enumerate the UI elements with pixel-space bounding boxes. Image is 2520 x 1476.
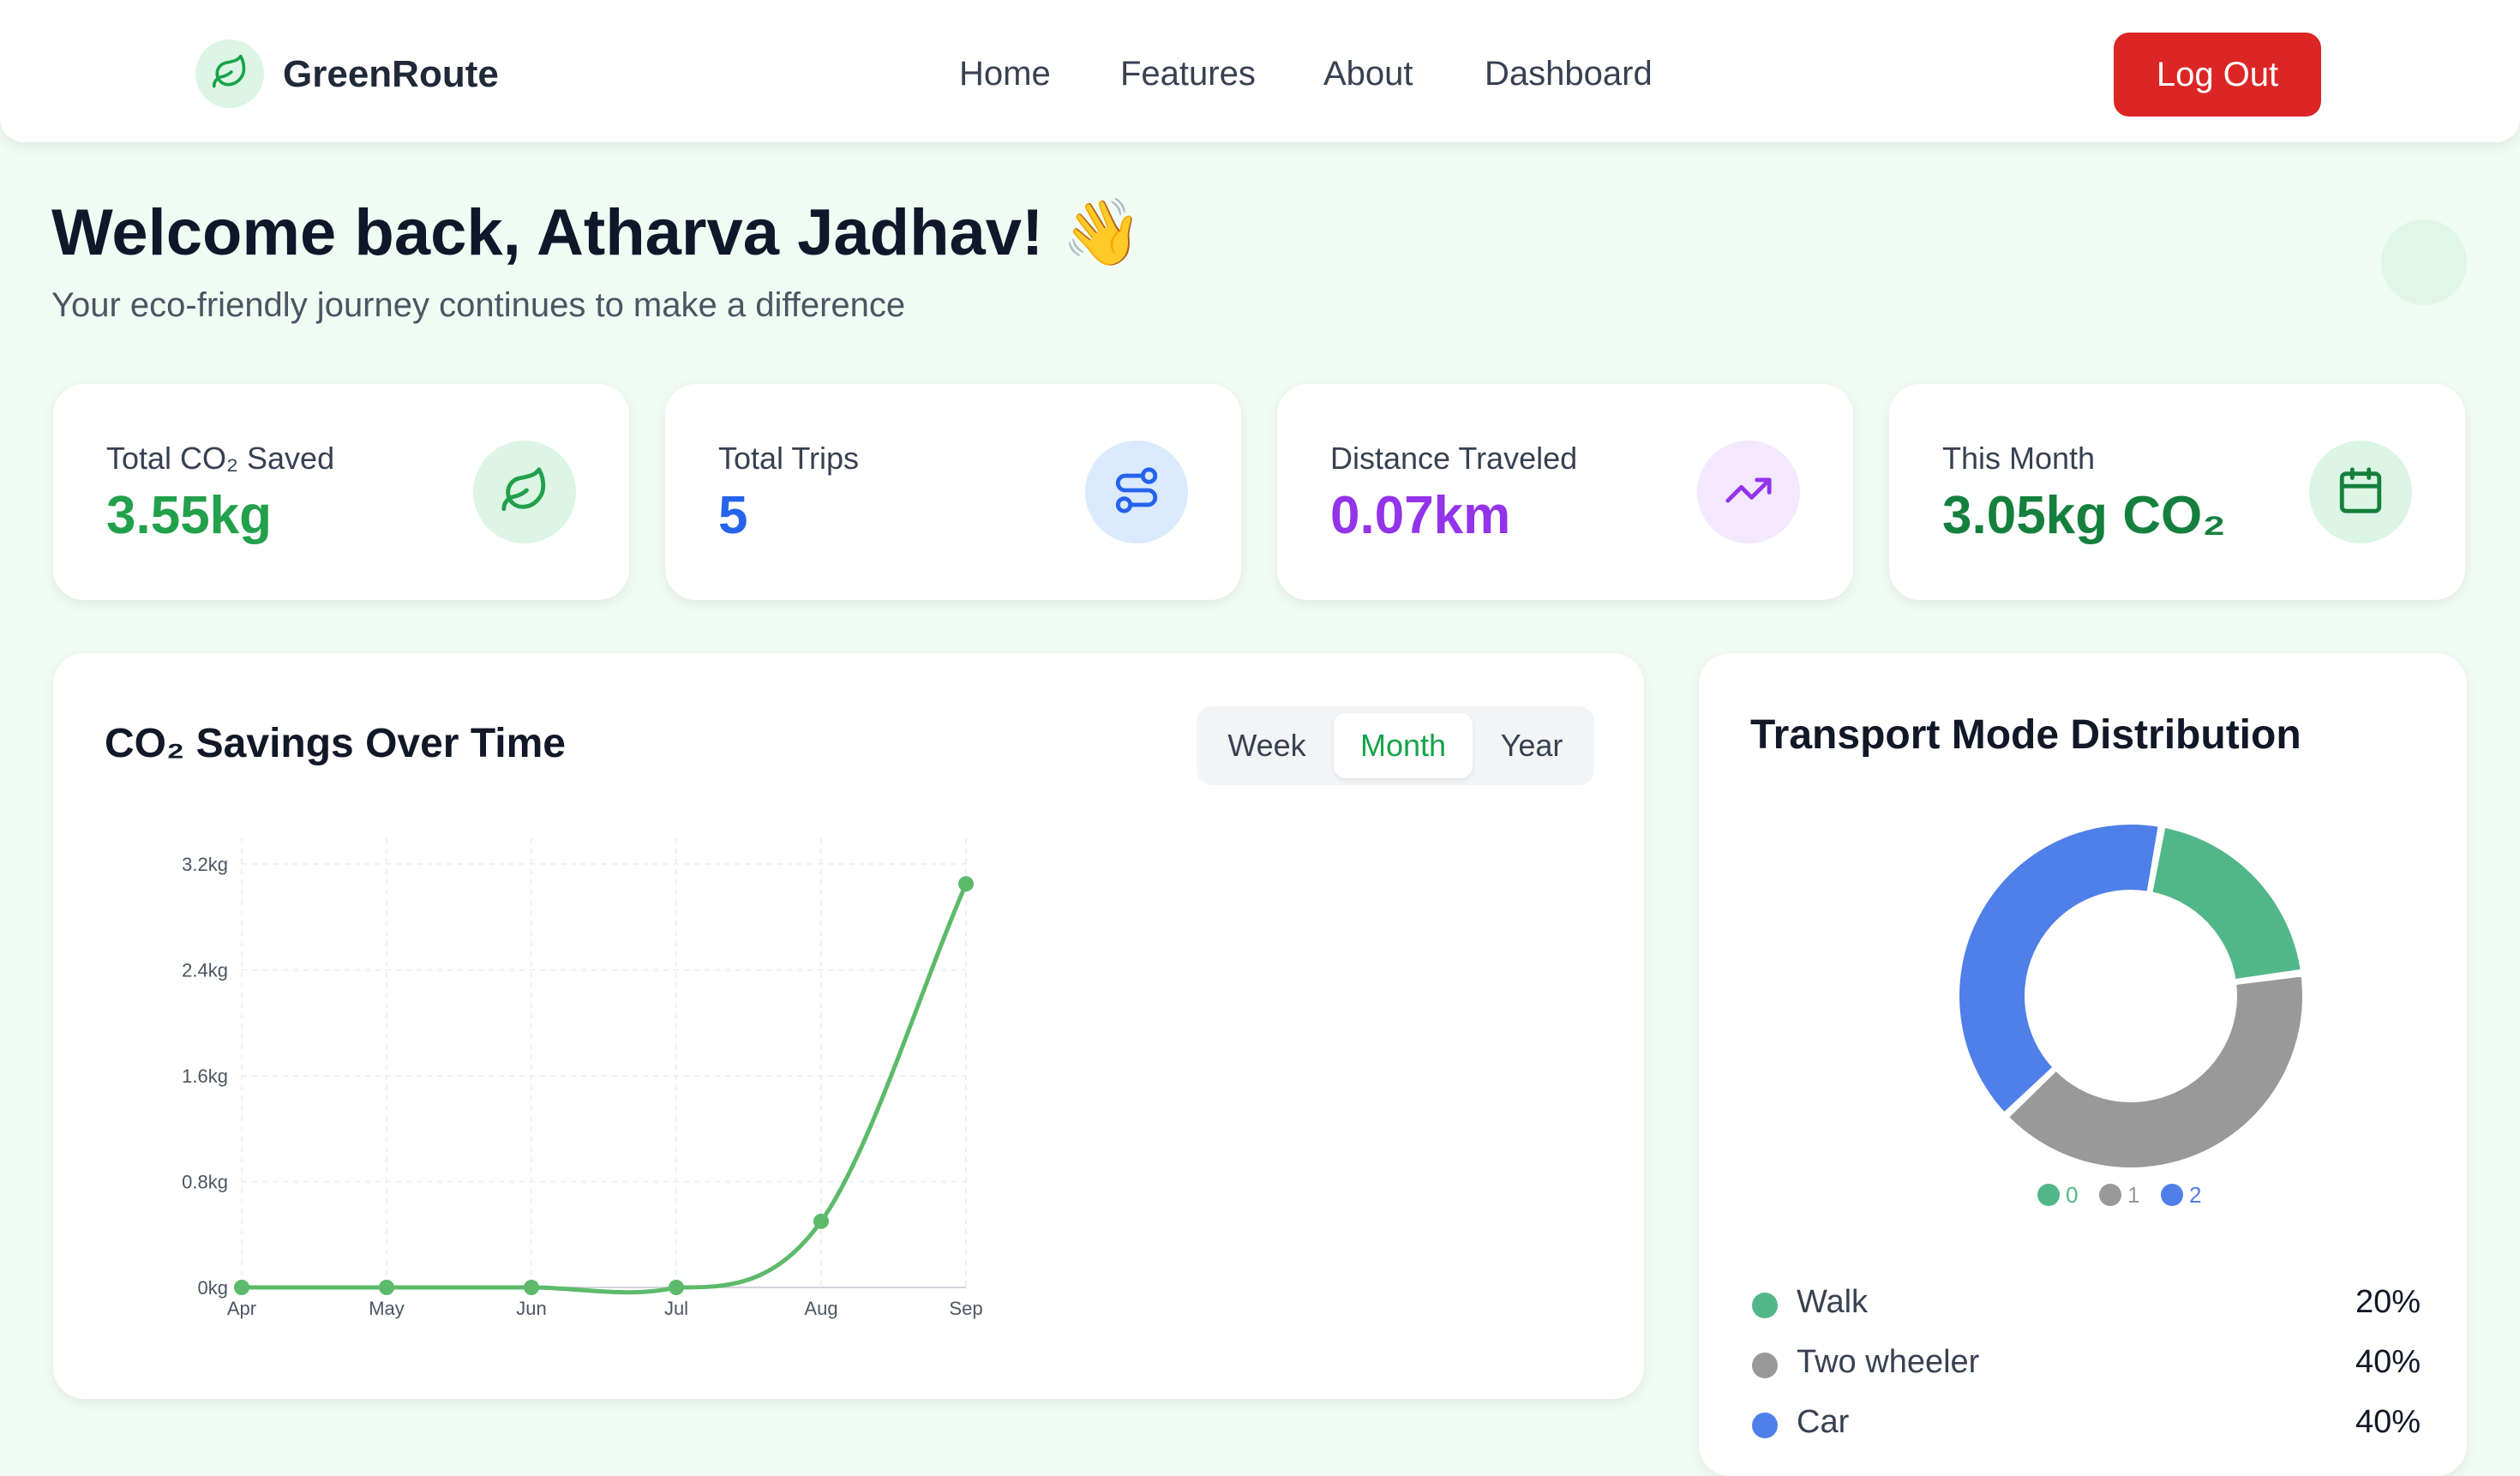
top-navbar: GreenRoute Home Features About Dashboard… <box>0 0 2520 142</box>
stat-label: Total Trips <box>718 441 860 476</box>
chart-legend-marker <box>2161 1184 2183 1206</box>
legend-percent: 40% <box>2355 1344 2421 1380</box>
data-point[interactable] <box>234 1280 249 1295</box>
y-tick-label: 2.4kg <box>182 960 228 981</box>
x-tick-label: Aug <box>804 1298 837 1319</box>
welcome-subtitle: Your eco-friendly journey continues to m… <box>51 286 906 324</box>
legend-row-walk: Walk 20% <box>1752 1282 2421 1323</box>
stat-icon-badge <box>2309 441 2412 543</box>
leaf-icon <box>211 53 249 95</box>
stat-value: 3.55kg <box>106 486 273 545</box>
route-icon <box>1112 465 1161 519</box>
nav-link-features[interactable]: Features <box>1120 55 1256 93</box>
transport-donut-chart: 0 1 2 <box>1956 821 2306 1208</box>
y-tick-label: 0.8kg <box>182 1172 228 1193</box>
x-tick-label: Apr <box>227 1298 256 1319</box>
legend-name: Two wheeler <box>1797 1344 1980 1380</box>
legend-name: Car <box>1797 1404 1850 1440</box>
stat-label: This Month <box>1942 441 2096 476</box>
stat-icon-badge <box>1085 441 1188 543</box>
legend-dot <box>1752 1293 1778 1318</box>
data-point[interactable] <box>379 1280 394 1295</box>
stat-icon-badge <box>1697 441 1800 543</box>
stat-card-this-month: This Month 3.05kg CO₂ <box>1889 384 2465 600</box>
stat-value: 5 <box>718 486 748 545</box>
legend-row-two-wheeler: Two wheeler 40% <box>1752 1342 2421 1383</box>
logout-button[interactable]: Log Out <box>2114 33 2321 117</box>
stat-card-distance: Distance Traveled 0.07km <box>1277 384 1853 600</box>
stat-card-co2-saved: Total CO₂ Saved 3.55kg <box>53 384 629 600</box>
stat-icon-badge <box>473 441 576 543</box>
chart-legend-marker <box>2099 1184 2121 1206</box>
legend-dot <box>1752 1413 1778 1438</box>
series-line <box>241 883 969 1295</box>
donut-slice[interactable] <box>2148 824 2305 983</box>
x-tick-label: Jun <box>516 1298 546 1319</box>
nav-link-home[interactable]: Home <box>959 55 1051 93</box>
decorative-circle <box>2381 219 2467 305</box>
stat-card-total-trips: Total Trips 5 <box>665 384 1241 600</box>
trending-up-icon <box>1724 465 1773 519</box>
transport-distribution-panel: Transport Mode Distribution 012 Walk 20%… <box>1699 653 2467 1476</box>
legend-percent: 40% <box>2355 1404 2421 1440</box>
stat-label: Total CO₂ Saved <box>106 441 335 476</box>
stat-value: 0.07km <box>1330 486 1511 545</box>
y-tick-label: 1.6kg <box>182 1065 228 1087</box>
welcome-heading: Welcome back, Atharva Jadhav! 👋 <box>51 196 1143 269</box>
stat-label: Distance Traveled <box>1330 441 1578 476</box>
co2-line-chart: 0kg 0.8kg 1.6kg 2.4kg 3.2kg Apr May Jun Jul Aug Se… <box>182 838 983 1319</box>
logo-badge[interactable] <box>195 39 264 108</box>
stat-value: 3.05kg CO₂ <box>1942 486 2226 545</box>
leaf-icon <box>500 465 549 519</box>
chart-legend-label: 0 <box>2066 1182 2078 1208</box>
chart-legend-marker <box>2037 1184 2060 1206</box>
legend-name: Walk <box>1797 1284 1869 1320</box>
data-point[interactable] <box>524 1280 539 1295</box>
brand-name[interactable]: GreenRoute <box>283 53 499 96</box>
data-point[interactable] <box>958 876 974 892</box>
x-tick-label: May <box>369 1298 405 1319</box>
nav-link-about[interactable]: About <box>1323 55 1413 93</box>
legend-dot <box>1752 1353 1778 1378</box>
co2-savings-panel: CO₂ Savings Over Time Week Month Year 0k… <box>53 653 1644 1399</box>
y-tick-label: 0kg <box>198 1277 228 1299</box>
nav-link-dashboard[interactable]: Dashboard <box>1485 55 1653 93</box>
data-point[interactable] <box>669 1280 684 1295</box>
x-tick-label: Sep <box>949 1298 982 1319</box>
legend-percent: 20% <box>2355 1284 2421 1320</box>
chart-legend-label: 1 <box>2127 1182 2139 1208</box>
y-tick-label: 3.2kg <box>182 854 228 875</box>
calendar-icon <box>2336 465 2385 519</box>
x-tick-label: Jul <box>664 1298 688 1319</box>
chart-legend-label: 2 <box>2189 1182 2201 1208</box>
data-point[interactable] <box>813 1213 829 1229</box>
legend-row-car: Car 40% <box>1752 1402 2421 1443</box>
